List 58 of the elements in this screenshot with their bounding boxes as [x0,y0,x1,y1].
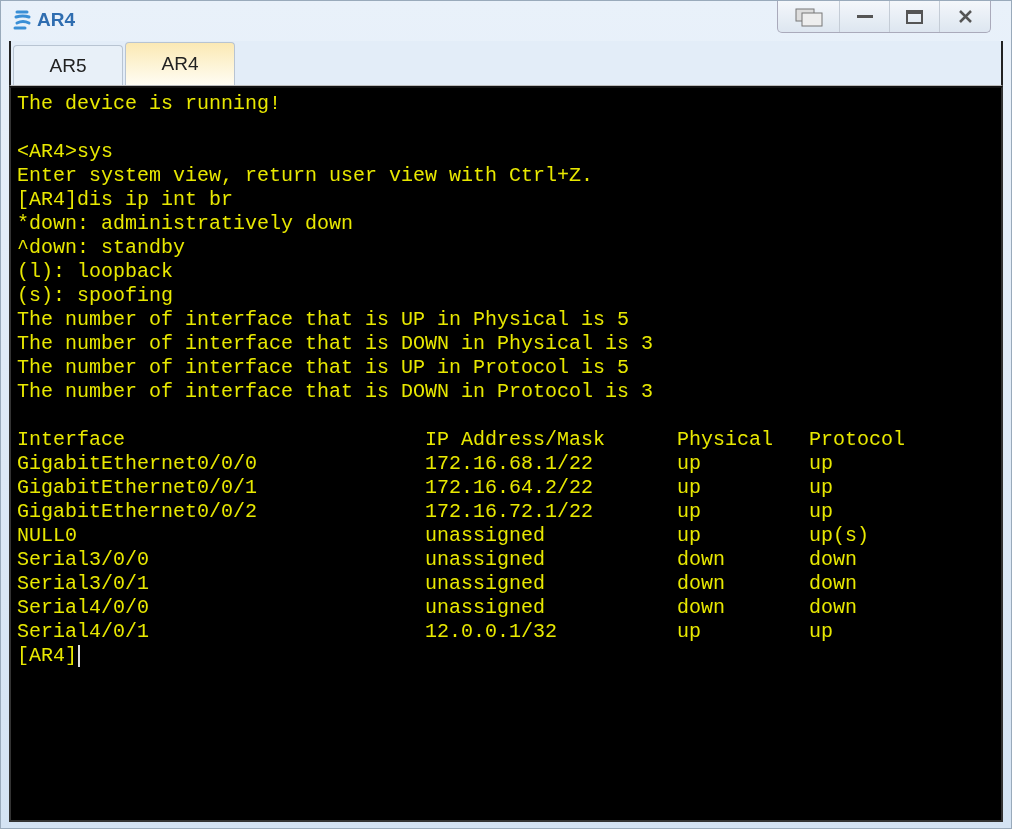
table-cell: 172.16.72.1/22 [425,500,594,523]
tab[interactable]: AR4 [125,42,235,85]
window-title: AR4 [37,9,75,31]
text-cursor [78,645,80,667]
terminal-line: The number of interface that is UP in Physical is 5 [17,308,630,331]
table-cell: unassigned [425,524,546,547]
table-cell: up(s) [809,524,870,547]
terminal-line: The number of interface that is DOWN in Protocol is 3 [17,380,654,403]
table-cell: unassigned [425,572,546,595]
app-icon [13,9,33,31]
windows-icon [793,6,824,27]
table-cell: down [677,548,726,571]
column-header: Protocol [809,428,906,451]
tab[interactable]: AR5 [13,45,123,85]
table-cell: 172.16.64.2/22 [425,476,594,499]
terminal-line: Enter system view, return user view with Ctrl+Z. [17,164,594,187]
table-cell: NULL0 [17,524,77,547]
column-header: Interface [17,428,126,451]
table-cell: up [809,620,834,643]
terminal-line: ^down: standby [17,236,186,259]
close-icon [958,10,972,23]
minimize-icon [856,14,873,19]
table-cell: Serial3/0/1 [17,572,150,595]
terminal-line: [AR4]dis ip int br [17,188,234,211]
table-cell: down [677,572,726,595]
table-cell: down [809,548,858,571]
table-cell: down [677,596,726,619]
table-cell: 12.0.0.1/32 [425,620,558,643]
command-prompt: [AR4] [17,644,77,668]
table-cell: up [677,524,702,547]
table-cell: unassigned [425,596,546,619]
table-cell: down [809,596,858,619]
table-cell: GigabitEthernet0/0/0 [17,452,258,475]
table-cell: up [677,452,702,475]
terminal-line: *down: administratively down [17,212,354,235]
table-cell: Serial4/0/0 [17,596,150,619]
terminal-line: (l): loopback [17,260,174,283]
terminal-line: The number of interface that is DOWN in Physical is 3 [17,332,654,355]
table-cell: up [809,452,834,475]
table-cell: down [809,572,858,595]
column-header: Physical [677,428,774,451]
terminal-line: <AR4>sys [17,140,113,163]
table-cell: up [677,500,702,523]
maximize-icon [906,9,923,24]
terminal-line: (s): spoofing [17,284,174,307]
table-cell: 172.16.68.1/22 [425,452,594,475]
table-cell: up [809,500,834,523]
table-cell: up [677,476,702,499]
terminal-line: The number of interface that is UP in Protocol is 5 [17,356,630,379]
terminal-line: The device is running! [17,92,282,115]
table-cell: Serial3/0/0 [17,548,150,571]
table-cell: unassigned [425,548,546,571]
table-cell: GigabitEthernet0/0/2 [17,500,258,523]
table-cell: up [677,620,702,643]
table-cell: up [809,476,834,499]
table-cell: Serial4/0/1 [17,620,150,643]
column-header: IP Address/Mask [425,428,606,451]
table-cell: GigabitEthernet0/0/1 [17,476,258,499]
